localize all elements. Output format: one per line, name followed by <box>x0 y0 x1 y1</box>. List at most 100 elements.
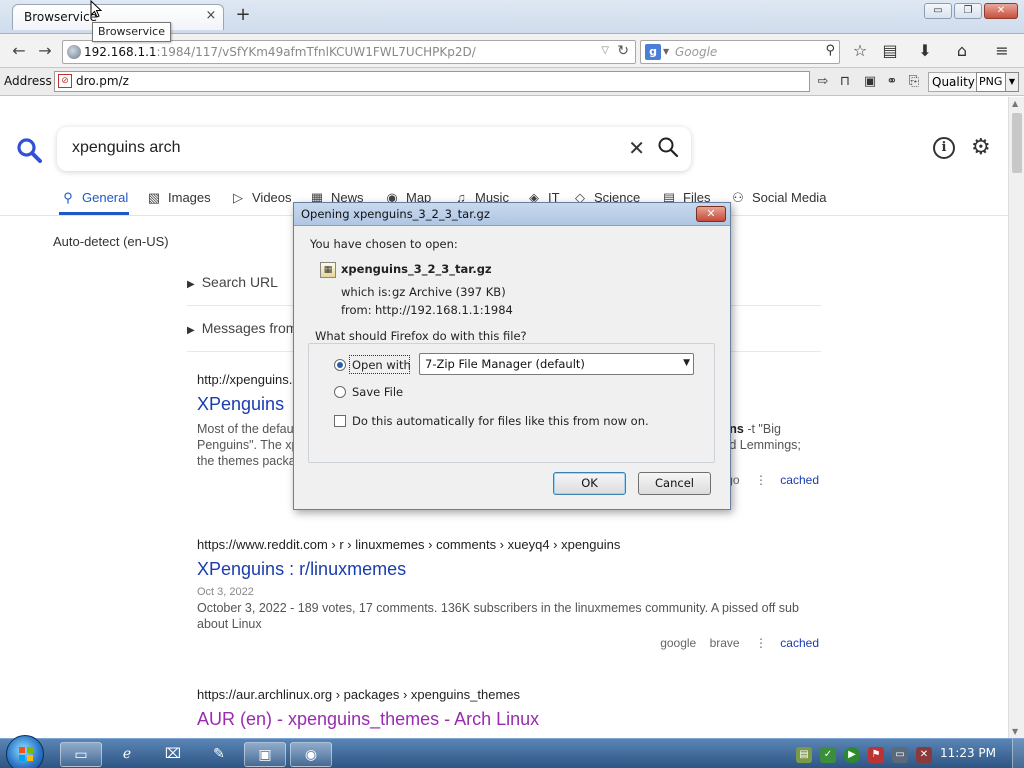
save-file-label[interactable]: Save File <box>352 385 403 399</box>
scroll-thumb[interactable] <box>1012 113 1022 173</box>
chevron-down-icon: ▼ <box>683 358 690 368</box>
auto-checkbox[interactable] <box>334 415 346 427</box>
save-icon[interactable]: ▣ <box>860 72 880 92</box>
ie-taskbar-icon[interactable]: ℯ <box>106 742 148 767</box>
archive-file-icon: ▦ <box>320 262 336 278</box>
download-dialog: Opening xpenguins_3_2_3_tar.gz ✕ You hav… <box>293 202 731 510</box>
search-submit-icon[interactable] <box>657 136 679 158</box>
quality-select[interactable]: PNG <box>976 72 1006 92</box>
tab-social-media[interactable]: ⚇ Social Media <box>729 190 826 206</box>
dialog-body: You have chosen to open: ▦ xpenguins_3_2… <box>294 226 730 509</box>
globe-icon <box>67 45 81 59</box>
auto-label[interactable]: Do this automatically for files like thi… <box>352 414 649 428</box>
menu-icon[interactable]: ≡ <box>990 40 1014 62</box>
dialog-title: Opening xpenguins_3_2_3_tar.gz <box>301 207 490 221</box>
tab-close-icon[interactable]: × <box>203 8 219 24</box>
app-taskbar-icon[interactable]: ▣ <box>244 742 286 767</box>
result-date: Oct 3, 2022 <box>197 586 254 598</box>
find-icon[interactable]: ⚭ <box>882 72 902 92</box>
firefox-taskbar-icon[interactable]: ◉ <box>290 742 332 767</box>
new-tab-button[interactable]: + <box>233 5 253 25</box>
scroll-up-icon[interactable]: ▲ <box>1012 99 1018 108</box>
gear-icon[interactable]: ⚙ <box>971 135 991 160</box>
explorer-taskbar-icon[interactable]: ▭ <box>60 742 102 767</box>
windows-logo-icon <box>19 747 33 761</box>
searxng-logo-icon[interactable] <box>16 137 42 163</box>
windows-taskbar: ▭ ℯ ⌧ ✎ ▣ ◉ ▤ ✓ ▶ ⚑ ▭ ✕ 11:23 PM <box>0 735 1024 768</box>
page-scrollbar[interactable]: ▲ ▼ <box>1008 97 1024 738</box>
browservice-toolbar: Address ⊘ dro.pm/z ⇨ ⊓ ▣ ⚭ ⎘ Quality PNG… <box>0 68 1024 96</box>
google-icon[interactable]: g <box>645 44 661 60</box>
go-arrow-icon[interactable]: ⇨ <box>813 72 833 92</box>
bookmark-star-icon[interactable]: ☆ <box>848 40 872 62</box>
dialog-titlebar[interactable]: Opening xpenguins_3_2_3_tar.gz ✕ <box>294 203 730 226</box>
ok-button[interactable]: OK <box>553 472 626 495</box>
address-field[interactable]: ⊘ dro.pm/z <box>54 71 810 92</box>
tray-media-icon[interactable]: ▶ <box>844 747 860 763</box>
info-icon[interactable]: i <box>933 137 955 159</box>
network-taskbar-icon[interactable]: ⌧ <box>152 742 194 767</box>
start-button[interactable] <box>6 735 44 768</box>
clipboard-icon[interactable]: ⎘ <box>904 72 924 92</box>
dialog-close-button[interactable]: ✕ <box>696 206 726 222</box>
clear-icon[interactable]: ✕ <box>628 136 645 160</box>
tab-videos[interactable]: ▷ Videos <box>229 190 292 206</box>
from-value: http://192.168.1.1:1984 <box>375 303 513 317</box>
forward-button[interactable]: → <box>34 40 56 62</box>
result-snippet: October 3, 2022 - 189 votes, 17 comments… <box>197 601 799 631</box>
save-file-radio[interactable] <box>334 386 346 398</box>
result-url[interactable]: https://aur.archlinux.org › packages › x… <box>197 687 819 702</box>
close-window-button[interactable]: ✕ <box>984 3 1018 19</box>
query-input[interactable]: xpenguins arch ✕ <box>57 127 691 171</box>
tray-volume-muted-icon[interactable]: ✕ <box>916 747 932 763</box>
chosen-label: You have chosen to open: <box>310 237 458 251</box>
search-icon[interactable]: ⚲ <box>825 43 835 58</box>
engine-link[interactable]: google <box>660 636 696 650</box>
expand-triangle-icon: ▶ <box>187 325 195 336</box>
minimize-button[interactable]: ▭ <box>924 3 952 19</box>
result-title[interactable]: XPenguins : r/linuxmemes <box>197 559 819 580</box>
tray-security-icon[interactable]: ✓ <box>820 747 836 763</box>
videos-icon: ▷ <box>233 190 243 205</box>
file-name: xpenguins_3_2_3_tar.gz <box>341 262 492 276</box>
url-dropdown-icon[interactable]: ▽ <box>601 45 609 56</box>
result-title[interactable]: AUR (en) - xpenguins_themes - Arch Linux <box>197 709 819 730</box>
paint-taskbar-icon[interactable]: ✎ <box>198 742 240 767</box>
tray-network-icon[interactable]: ▤ <box>796 747 812 763</box>
more-dots-icon: ⋮ <box>754 473 767 487</box>
engine-link[interactable]: brave <box>710 636 740 650</box>
tab-general[interactable]: ⚲ General <box>59 190 128 206</box>
tab-title: Browservice <box>24 10 98 24</box>
bookmark-icon[interactable]: ⊓ <box>835 72 855 92</box>
page-icon: ⊘ <box>58 74 72 88</box>
cached-link[interactable]: cached <box>780 636 819 650</box>
open-with-label[interactable]: Open with <box>352 358 411 372</box>
result-item: https://aur.archlinux.org › packages › x… <box>197 687 819 730</box>
download-icon[interactable]: ⬇ <box>913 40 937 62</box>
open-with-select[interactable]: 7-Zip File Manager (default) ▼ <box>419 353 694 375</box>
reader-view-icon[interactable]: ▤ <box>878 40 902 62</box>
restore-button[interactable]: ❐ <box>954 3 982 19</box>
engine-dropdown-icon[interactable]: ▼ <box>663 47 669 56</box>
which-is-value: gz Archive (397 KB) <box>392 285 506 299</box>
result-url[interactable]: https://www.reddit.com › r › linuxmemes … <box>197 537 819 552</box>
cached-link[interactable]: cached <box>780 473 819 487</box>
web-search-input[interactable]: g ▼ Google ⚲ <box>640 40 840 64</box>
mouse-cursor-icon <box>90 0 102 18</box>
open-with-radio[interactable] <box>334 359 346 371</box>
taskbar-clock[interactable]: 11:23 PM <box>940 746 996 760</box>
show-desktop-button[interactable] <box>1012 739 1024 768</box>
tab-images[interactable]: ▧ Images <box>145 190 211 206</box>
tray-monitor-icon[interactable]: ▭ <box>892 747 908 763</box>
cancel-button[interactable]: Cancel <box>638 472 711 495</box>
url-bar[interactable]: 192.168.1.1:1984/117/vSfYKm49afmTfnlKCUW… <box>62 40 636 64</box>
language-autodetect[interactable]: Auto-detect (en-US) <box>53 234 169 249</box>
tray-app-icon[interactable]: ⚑ <box>868 747 884 763</box>
back-button[interactable]: ← <box>8 40 30 62</box>
home-icon[interactable]: ⌂ <box>950 40 974 62</box>
address-value: dro.pm/z <box>76 74 129 88</box>
reload-icon[interactable]: ↻ <box>617 43 629 59</box>
scroll-down-icon[interactable]: ▼ <box>1012 727 1018 736</box>
quality-dropdown-icon[interactable]: ▼ <box>1005 72 1019 92</box>
search-placeholder: Google <box>675 45 718 59</box>
